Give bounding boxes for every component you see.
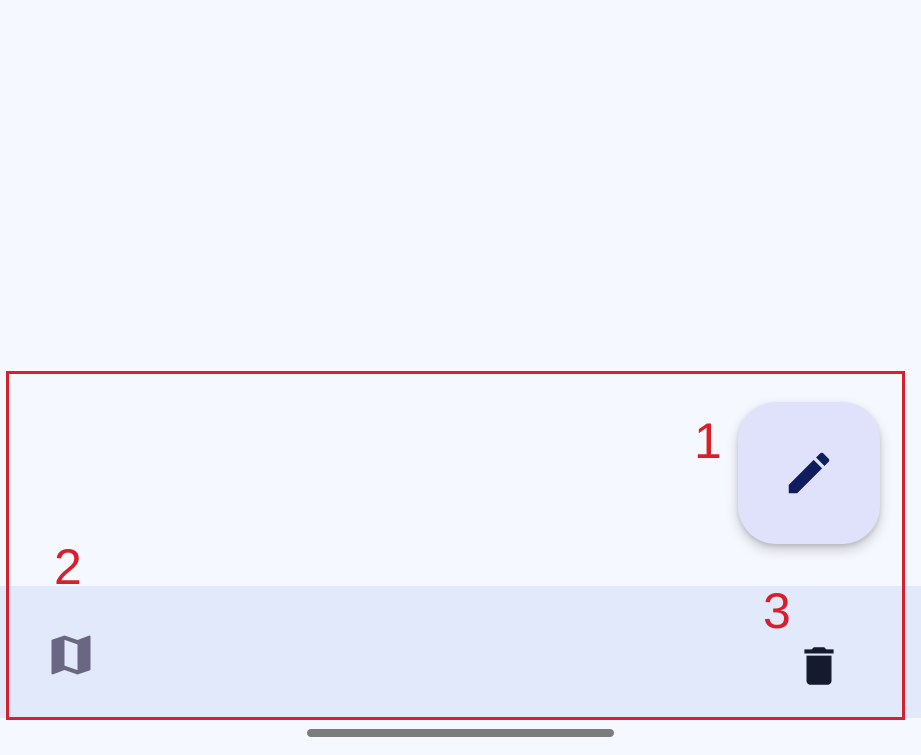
edit-fab-button[interactable] <box>738 402 880 544</box>
map-button[interactable] <box>40 626 102 684</box>
annotation-marker-2: 2 <box>54 539 82 595</box>
home-indicator[interactable] <box>307 729 614 737</box>
annotation-marker-3: 3 <box>763 583 791 639</box>
map-icon <box>51 635 91 675</box>
app-screen: 1 2 3 <box>0 0 921 755</box>
trash-icon <box>804 647 834 685</box>
annotation-marker-1: 1 <box>694 413 722 469</box>
pencil-icon <box>788 452 830 494</box>
delete-button[interactable] <box>790 636 848 696</box>
